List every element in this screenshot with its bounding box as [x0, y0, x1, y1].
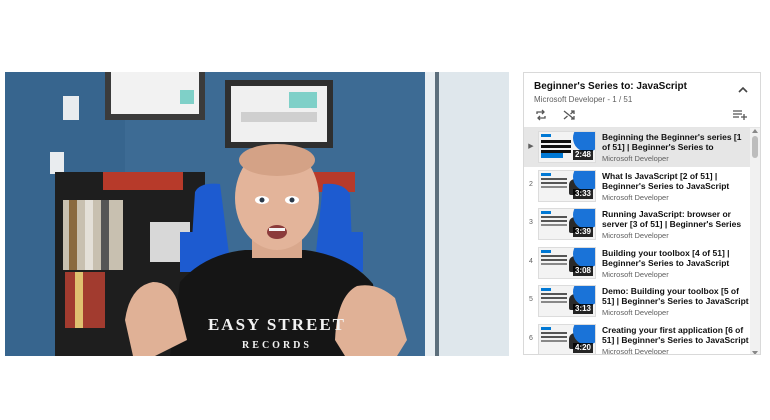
playlist-item[interactable]: 6 4:20 Creating your first application [6 … — [524, 321, 752, 355]
video-thumbnail[interactable]: 3:13 — [538, 285, 596, 317]
video-duration: 3:08 — [572, 265, 593, 276]
thumbnail-text-lines — [541, 216, 567, 218]
playlist-item-index: 6 — [529, 334, 533, 342]
playlist-position: 1 / 51 — [612, 95, 633, 104]
playlist-item[interactable]: ▶ 2:48 Beginning the Beginner's series [1 … — [524, 128, 752, 167]
playlist-channel[interactable]: Microsoft Developer — [534, 95, 605, 104]
playlist-scrollbar[interactable] — [750, 128, 760, 354]
playlist-item-index: ▶ — [528, 143, 534, 150]
video-channel[interactable]: Microsoft Developer — [602, 308, 669, 317]
playlist-meta: Microsoft Developer - 1 / 51 — [534, 95, 632, 104]
video-channel[interactable]: Microsoft Developer — [602, 270, 669, 279]
video-thumbnail[interactable]: 4:20 — [538, 323, 596, 354]
thumbnail-text-lines — [541, 293, 567, 295]
thumbnail-brand-bar — [541, 211, 551, 214]
video-channel[interactable]: Microsoft Developer — [602, 193, 669, 202]
video-thumbnail[interactable]: 3:08 — [538, 246, 596, 279]
playlist-item-index: 2 — [529, 180, 533, 188]
video-title[interactable]: Building your toolbox [4 of 51] | Beginn… — [602, 248, 750, 268]
video-title[interactable]: What Is JavaScript [2 of 51] | Beginner'… — [602, 171, 750, 191]
thumbnail-brand-bar — [541, 172, 551, 176]
video-title[interactable]: Running JavaScript: browser or server [3… — [602, 209, 750, 229]
thumbnail-text-lines — [541, 254, 567, 257]
window-blinds — [435, 72, 509, 356]
playlist-item[interactable]: 3 3:39 Running JavaScript: browser or serv… — [524, 205, 752, 244]
playlist-item[interactable]: 2 3:33 What Is JavaScript [2 of 51] | Begi… — [524, 167, 752, 206]
video-duration: 3:33 — [572, 188, 593, 199]
loop-icon[interactable] — [534, 108, 548, 122]
video-duration: 2:48 — [572, 150, 593, 160]
playlist-item-index: 5 — [529, 296, 533, 303]
scroll-up-icon[interactable] — [752, 129, 758, 133]
playlist-item[interactable]: 4 3:08 Building your toolbox [4 of 51] | B… — [524, 244, 752, 283]
thumbnail-text-lines — [541, 140, 571, 143]
scrollbar-thumb[interactable] — [752, 136, 758, 158]
video-channel[interactable]: Microsoft Developer — [602, 231, 669, 240]
playlist-items: ▶ 2:48 Beginning the Beginner's series [1 … — [524, 128, 752, 355]
video-duration: 4:20 — [572, 342, 593, 353]
playlist-header: Beginner's Series to: JavaScript Microso… — [524, 73, 760, 128]
scroll-down-icon[interactable] — [752, 351, 758, 354]
shirt-text-line2: RECORDS — [242, 340, 312, 351]
video-duration: 3:13 — [572, 304, 593, 314]
playlist-title[interactable]: Beginner's Series to: JavaScript — [534, 81, 687, 92]
video-frame: EASY STREET RECORDS — [5, 72, 509, 356]
video-thumbnail[interactable]: 2:48 — [538, 131, 596, 163]
video-title[interactable]: Creating your first application [6 of 51… — [602, 325, 750, 345]
thumbnail-text-lines — [541, 177, 567, 180]
playlist-panel: Beginner's Series to: JavaScript Microso… — [523, 72, 761, 355]
thumbnail-brand-bar — [541, 249, 551, 253]
shirt-text-line1: EASY STREET — [208, 315, 346, 334]
video-thumbnail[interactable]: 3:39 — [538, 208, 596, 240]
thumbnail-text-lines — [541, 331, 567, 334]
video-duration: 3:39 — [572, 227, 593, 237]
thumbnail-circle — [573, 132, 595, 152]
thumbnail-brand-bar — [541, 134, 551, 137]
playlist-item[interactable]: 5 3:13 Demo: Building your toolbox [5 of 5… — [524, 282, 752, 321]
thumbnail-brand-bar — [541, 288, 551, 291]
thumbnail-badge — [541, 153, 563, 158]
video-channel[interactable]: Microsoft Developer — [602, 347, 669, 355]
video-thumbnail[interactable]: 3:33 — [538, 169, 596, 202]
video-channel[interactable]: Microsoft Developer — [602, 154, 669, 163]
chevron-up-icon[interactable] — [736, 83, 750, 97]
shuffle-icon[interactable] — [562, 108, 576, 122]
video-player[interactable]: EASY STREET RECORDS — [5, 72, 509, 356]
thumbnail-brand-bar — [541, 326, 551, 330]
save-playlist-icon[interactable] — [732, 108, 748, 122]
playlist-item-index: 3 — [529, 219, 533, 226]
video-title[interactable]: Demo: Building your toolbox [5 of 51] | … — [602, 286, 750, 306]
video-title[interactable]: Beginning the Beginner's series [1 of 51… — [602, 132, 750, 152]
playlist-item-index: 4 — [529, 257, 533, 265]
